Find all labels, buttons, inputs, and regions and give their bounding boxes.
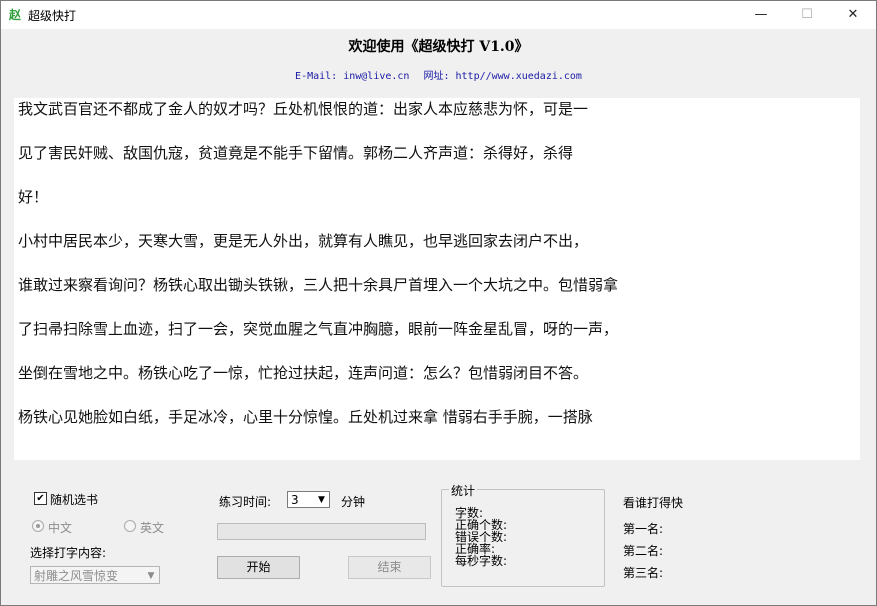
- website-label: 网址: http//www.xuedazi.com: [423, 71, 582, 82]
- rank-first: 第一名:: [623, 522, 664, 536]
- text-line: 小村中居民本少，天寒大雪，更是无人外出，就算有人瞧见，也早逃回家去闭户不出，: [18, 232, 589, 250]
- minimize-button[interactable]: —: [738, 1, 784, 29]
- practice-time-dropdown[interactable]: 3 ▼: [287, 491, 330, 508]
- welcome-heading: 欢迎使用《超级快打 V1.0》: [348, 39, 529, 55]
- practice-time-label: 练习时间:: [219, 495, 272, 509]
- chevron-down-icon: ▼: [147, 571, 155, 581]
- text-line: 见了害民奸贼、敌国仇寇，贫道竟是不能手下留情。郭杨二人齐声道：杀得好，杀得: [18, 144, 574, 162]
- contact-line: E-Mail: inw@live.cn 网址: http//www.xuedaz…: [1, 67, 876, 82]
- text-line: 我文武百官还不都成了金人的奴才吗？丘处机恨恨的道：出家人本应慈悲为怀，可是一: [18, 100, 589, 118]
- time-progress-bar: [217, 523, 426, 540]
- english-radio-label[interactable]: 英文: [140, 519, 164, 536]
- practice-time-value: 3: [291, 493, 299, 507]
- rank-third: 第三名:: [623, 566, 664, 580]
- content-select-label: 选择打字内容:: [30, 546, 107, 560]
- email-label: E-Mail: inw@live.cn: [295, 71, 410, 82]
- stat-speed: 每秒字数:: [455, 554, 508, 568]
- ranking-title: 看谁打得快: [623, 496, 684, 510]
- text-line: 坐倒在雪地之中。杨铁心吃了一惊，忙抢过扶起，连声问道：怎么？包惜弱闭目不答。: [18, 364, 589, 382]
- text-line: 谁敢过来察看询问？杨铁心取出锄头铁锹，三人把十余具尸首埋入一个大坑之中。包惜弱拿: [18, 276, 619, 294]
- english-radio[interactable]: [124, 520, 136, 532]
- chinese-radio-label[interactable]: 中文: [48, 519, 72, 536]
- maximize-button[interactable]: ☐: [784, 1, 830, 29]
- random-book-label[interactable]: 随机选书: [50, 491, 98, 508]
- text-line: 杨铁心见她脸如白纸，手足冰冷，心里十分惊惶。丘处机过来拿 惜弱右手手腕，一搭脉: [18, 408, 593, 426]
- minutes-unit-label: 分钟: [341, 495, 366, 509]
- chevron-down-icon: ▼: [318, 495, 325, 505]
- content-dropdown-value: 射雕之风雪惊变: [34, 569, 119, 583]
- random-book-checkbox[interactable]: ✔: [34, 492, 47, 505]
- end-button[interactable]: 结束: [348, 556, 431, 579]
- app-logo-icon: 赵: [8, 8, 21, 22]
- content-dropdown[interactable]: 射雕之风雪惊变 ▼: [30, 566, 160, 584]
- chinese-radio[interactable]: [32, 520, 44, 532]
- window-title: 超级快打: [28, 9, 77, 23]
- text-line: 了扫帚扫除雪上血迹，扫了一会，突觉血腥之气直冲胸臆，眼前一阵金星乱冒，呀的一声，: [18, 320, 619, 338]
- stats-title: 统计: [449, 482, 478, 499]
- rank-second: 第二名:: [623, 544, 664, 558]
- close-button[interactable]: ✕: [830, 1, 876, 29]
- title-bar[interactable]: 赵 超级快打 — ☐ ✕: [1, 1, 876, 29]
- start-button[interactable]: 开始: [217, 556, 300, 579]
- typing-text-area[interactable]: 我文武百官还不都成了金人的奴才吗？丘处机恨恨的道：出家人本应慈悲为怀，可是一 见…: [14, 98, 860, 460]
- app-window: 赵 超级快打 — ☐ ✕ 欢迎使用《超级快打 V1.0》 E-Mail: inw…: [0, 0, 877, 606]
- text-line: 好！: [18, 188, 49, 206]
